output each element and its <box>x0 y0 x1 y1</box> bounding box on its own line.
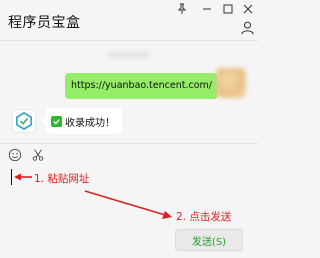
outgoing-message-bubble[interactable]: https://yuanbao.tencent.com/ <box>65 73 223 99</box>
incoming-message-text: 收录成功！ <box>65 117 115 129</box>
maximize-icon <box>223 4 233 14</box>
pin-button[interactable] <box>172 2 192 16</box>
self-avatar[interactable] <box>216 68 246 98</box>
person-icon <box>240 21 254 34</box>
title-bar: 程序员宝盒 <box>0 0 258 40</box>
arrow-to-send <box>84 190 172 219</box>
contact-info-button[interactable] <box>238 18 256 36</box>
send-button[interactable]: 发送(S) <box>175 229 243 251</box>
green-checkmark-icon <box>51 115 62 127</box>
bot-avatar[interactable] <box>12 109 36 133</box>
incoming-message-bubble[interactable]: 收录成功！ <box>41 108 122 134</box>
window-title: 程序员宝盒 <box>8 15 81 31</box>
bot-logo-icon <box>15 112 33 130</box>
input-divider <box>0 143 258 144</box>
chat-area[interactable]: https://yuanbao.tencent.com/ 收录成功！ <box>0 41 258 141</box>
step2-annotation: 2. 点击发送 <box>176 211 232 223</box>
step1-annotation: 1. 粘贴网址 <box>34 173 90 185</box>
minimize-icon <box>203 8 211 10</box>
text-caret <box>11 169 12 185</box>
close-button[interactable] <box>238 2 258 16</box>
emoji-button[interactable] <box>7 147 23 163</box>
maximize-button[interactable] <box>218 2 238 16</box>
screenshot-button[interactable] <box>30 147 46 163</box>
emoji-icon <box>8 148 22 162</box>
arrow-to-input <box>14 173 32 181</box>
minimize-button[interactable] <box>197 2 217 16</box>
pin-icon <box>177 3 187 14</box>
close-icon <box>243 4 253 14</box>
blurred-sender-name <box>108 51 150 59</box>
outgoing-message-text: https://yuanbao.tencent.com/ <box>71 80 212 91</box>
input-toolbar <box>0 145 258 165</box>
scissors-icon <box>32 149 44 161</box>
